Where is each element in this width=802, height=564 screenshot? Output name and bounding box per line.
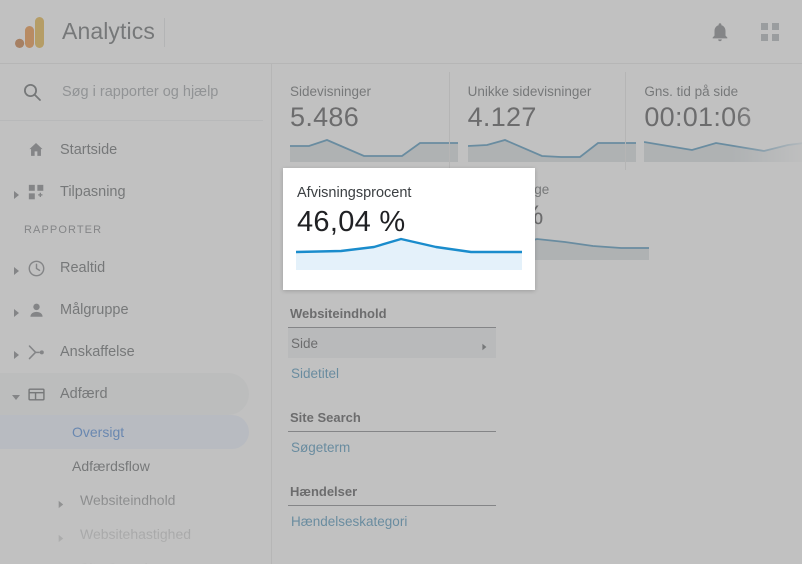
- metric-label: Gns. tid på side: [644, 84, 739, 99]
- sidebar-item-tilpasning[interactable]: Tilpasning: [0, 171, 249, 213]
- sidebar-item-label: Adfærd: [60, 386, 108, 402]
- dimension-row-soegeterm[interactable]: Søgeterm: [288, 432, 496, 462]
- person-icon: [26, 300, 46, 320]
- sidebar-subitem-websiteindhold[interactable]: Websiteindhold: [0, 483, 249, 517]
- spotlight-metric-label: Afvisningsprocent: [297, 185, 412, 201]
- sidebar-item-startside[interactable]: Startside: [0, 129, 249, 171]
- home-icon: [26, 140, 46, 160]
- sidebar-subitem-websitehastighed[interactable]: Websitehastighed: [0, 517, 249, 551]
- metric-label: Unikke sidevisninger: [467, 84, 592, 99]
- apps-grid-glyph: [761, 23, 779, 41]
- sidebar-subitem-label: Websiteindhold: [80, 492, 176, 508]
- sidebar-subitem-label: Site Search: [80, 560, 152, 564]
- sidebar-subitem-adfaerdsflow[interactable]: Adfærdsflow: [0, 449, 249, 483]
- dimension-row-label: Hændelseskategori: [291, 513, 408, 529]
- sparkline-chart: [290, 139, 458, 162]
- header-actions: [708, 0, 782, 64]
- customization-grid-icon: [26, 182, 46, 202]
- chevron-right-icon: [11, 305, 21, 317]
- metric-card-sidevisninger[interactable]: Sidevisninger 5.486: [272, 72, 458, 170]
- metric-value: 4.127: [467, 102, 537, 132]
- page-title: Analytics: [62, 18, 155, 44]
- bell-icon[interactable]: [708, 20, 732, 44]
- header-divider: [164, 18, 165, 47]
- sidebar-item-label: Realtid: [60, 260, 106, 276]
- sidebar-section-label: RAPPORTER: [24, 224, 103, 236]
- dimension-group-websiteindhold: Websiteindhold Side Sidetitel: [288, 304, 496, 388]
- analytics-logo-icon: [15, 17, 47, 48]
- sparkline-chart: [467, 139, 636, 162]
- chevron-right-icon: [56, 496, 65, 508]
- clock-icon: [26, 258, 46, 278]
- sidebar-item-label: Anskaffelse: [60, 344, 135, 360]
- sidebar-subitem-oversigt[interactable]: Oversigt: [0, 415, 249, 449]
- sidebar-item-realtid[interactable]: Realtid: [0, 247, 249, 289]
- sidebar-subitem-label: Oversigt: [72, 424, 125, 440]
- search-icon: [22, 82, 42, 102]
- dimension-row-label: Søgeterm: [291, 439, 351, 455]
- chevron-right-icon: [56, 530, 65, 542]
- metric-value: 00:01:06: [644, 102, 752, 132]
- metric-card-row-1: Sidevisninger 5.486 Unikke sidevisninger…: [272, 72, 802, 170]
- metric-value: 5.486: [290, 102, 360, 132]
- sidebar-subitem-label: Websitehastighed: [80, 526, 192, 542]
- spotlight-metric-card-afvisningsprocent[interactable]: Afvisningsprocent 46,04 %: [283, 168, 535, 290]
- apps-grid-icon[interactable]: [758, 20, 782, 44]
- sidebar-subitem-site-search[interactable]: Site Search: [0, 551, 249, 564]
- chevron-right-icon: [11, 187, 21, 199]
- dimension-group-heading: Hændelser: [288, 482, 496, 506]
- sidebar-item-label: Målgruppe: [60, 302, 129, 318]
- dimension-row-sidetitel[interactable]: Sidetitel: [288, 358, 496, 388]
- dimension-group-haendelser: Hændelser Hændelseskategori: [288, 482, 496, 536]
- search-row: [0, 64, 263, 121]
- chevron-right-icon: [11, 347, 21, 359]
- sidebar-item-maalgruppe[interactable]: Målgruppe: [0, 289, 249, 331]
- behavior-window-icon: [26, 384, 46, 404]
- sidebar-item-label: Tilpasning: [60, 184, 126, 200]
- dimension-row-label: Sidetitel: [291, 365, 340, 381]
- sidebar-item-adfaerd[interactable]: Adfærd: [0, 373, 249, 415]
- search-input[interactable]: [60, 78, 259, 106]
- dimension-group-site-search: Site Search Søgeterm: [288, 408, 496, 462]
- metric-card-gns-tid-paa-side[interactable]: Gns. tid på side 00:01:06: [625, 72, 802, 170]
- acquisition-icon: [26, 342, 46, 362]
- sparkline-chart: [644, 141, 802, 162]
- dimension-group-heading: Websiteindhold: [288, 304, 496, 328]
- sidebar: Startside Tilpasning R: [0, 64, 272, 564]
- dimension-tables: Websiteindhold Side Sidetitel Site Searc…: [288, 304, 496, 556]
- dimension-group-heading: Site Search: [288, 408, 496, 432]
- sidebar-item-label: Startside: [60, 142, 118, 158]
- dimension-row-haendelseskategori[interactable]: Hændelseskategori: [288, 506, 496, 536]
- chevron-right-icon: [11, 263, 21, 275]
- dimension-row-label: Side: [291, 335, 319, 351]
- sidebar-nav: Startside Tilpasning RAPPORTER Realtid M…: [0, 121, 271, 564]
- metric-card-unikke-sidevisninger[interactable]: Unikke sidevisninger 4.127: [448, 72, 636, 170]
- chevron-down-icon: [11, 389, 21, 400]
- main-content: Sidevisninger 5.486 Unikke sidevisninger…: [272, 64, 802, 564]
- app-header: Analytics: [0, 0, 802, 64]
- chevron-right-icon: [480, 339, 488, 351]
- metric-label: Sidevisninger: [290, 84, 372, 99]
- spotlight-sparkline-chart: [296, 237, 522, 270]
- sidebar-subitem-label: Adfærdsflow: [72, 458, 150, 474]
- dimension-row-side[interactable]: Side: [288, 328, 496, 358]
- sidebar-item-anskaffelse[interactable]: Anskaffelse: [0, 331, 249, 373]
